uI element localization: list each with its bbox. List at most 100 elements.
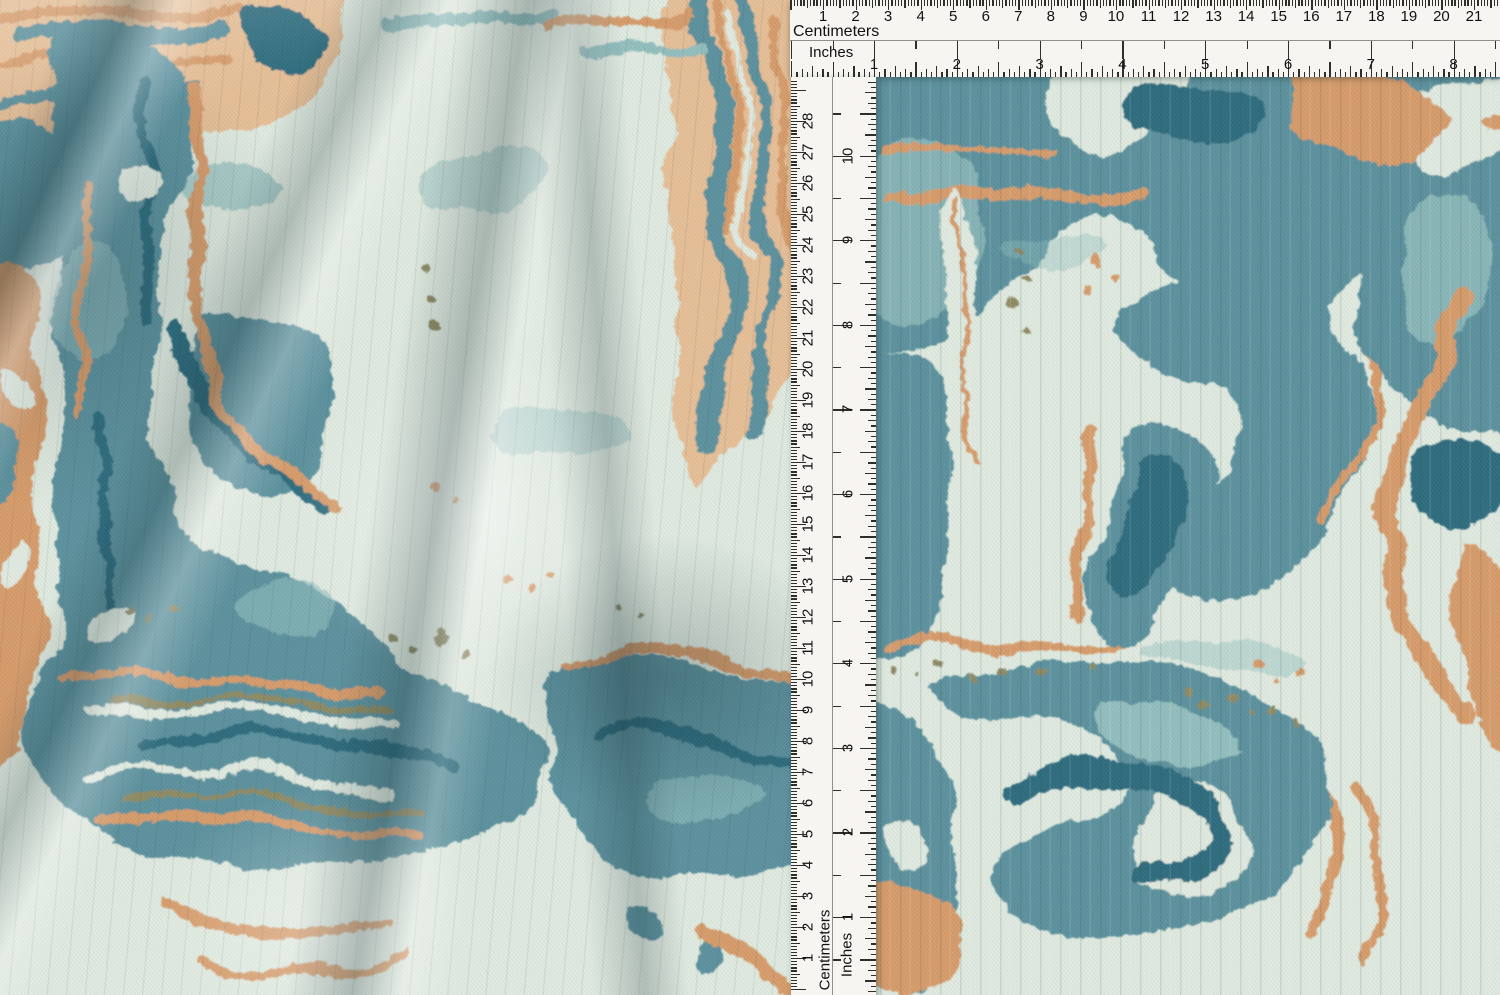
ruler-tick <box>1112 69 1113 77</box>
ruler-tick <box>1278 69 1279 77</box>
ruler-tick <box>813 0 814 6</box>
ruler-tick <box>791 211 797 212</box>
ruler-tick <box>871 605 877 606</box>
ruler-tick <box>871 394 877 395</box>
ruler-tick <box>794 0 795 6</box>
ruler-tick <box>868 145 877 146</box>
ruler-number: 2 <box>800 923 817 931</box>
ruler-tick <box>791 298 797 299</box>
ruler-tick <box>900 72 901 78</box>
ruler-tick <box>1045 72 1046 78</box>
fabric-draped <box>0 0 802 995</box>
ruler-tick <box>791 636 797 637</box>
ruler-tick <box>868 610 877 611</box>
ruler-tick <box>791 902 797 903</box>
ruler-tick <box>1406 0 1407 6</box>
ruler-tick <box>1318 0 1319 6</box>
ruler-tick <box>1195 69 1196 77</box>
ruler-tick <box>865 92 877 93</box>
ruler-tick <box>791 487 797 488</box>
ruler-tick <box>791 598 797 599</box>
ruler-tick <box>791 626 797 627</box>
ruler-tick <box>791 620 797 621</box>
ruler-tick <box>791 936 797 937</box>
ruler-tick <box>1152 0 1153 6</box>
ruler-tick <box>791 760 797 761</box>
ruler-tick <box>871 584 877 585</box>
ruler-tick <box>1459 72 1460 78</box>
ruler-tick <box>1324 72 1325 78</box>
ruler-tick <box>791 546 797 547</box>
ruler-tick <box>791 840 797 841</box>
ruler-tick <box>890 72 891 78</box>
ruler-tick <box>871 764 877 765</box>
ruler-tick <box>865 769 877 770</box>
ruler-number: 11 <box>800 640 817 656</box>
ruler-tick <box>1331 0 1332 6</box>
ruler-tick <box>791 270 797 271</box>
ruler-tick <box>895 66 896 77</box>
ruler-tick <box>871 848 877 849</box>
ruler-tick <box>791 788 800 789</box>
ruler-tick <box>868 526 877 527</box>
ruler-tick <box>791 304 797 305</box>
ruler-tick <box>791 509 800 510</box>
horizontal-cm-scale: Centimeters 1234567891011121314151617181… <box>790 0 1500 41</box>
ruler-tick <box>1168 0 1169 6</box>
ruler-tick <box>791 726 800 727</box>
ruler-tick <box>790 0 791 10</box>
ruler-tick <box>833 62 834 77</box>
ruler-tick <box>791 567 797 568</box>
ruler-tick <box>879 72 880 78</box>
ruler-tick <box>1247 41 1248 49</box>
ruler-tick <box>791 453 797 454</box>
ruler-tick <box>871 182 877 183</box>
ruler-tick <box>966 0 967 6</box>
ruler-tick <box>1389 0 1390 6</box>
ruler-tick <box>1386 0 1387 6</box>
ruler-tick <box>871 594 877 595</box>
ruler-tick <box>860 790 876 791</box>
ruler-tick <box>1370 0 1371 6</box>
ruler-tick <box>1221 72 1222 78</box>
ruler-tick <box>871 753 877 754</box>
ruler-tick <box>1019 66 1020 77</box>
ruler-tick <box>791 316 797 317</box>
ruler-tick <box>868 208 877 209</box>
ruler-tick <box>931 72 932 78</box>
ruler-tick <box>1050 69 1051 77</box>
ruler-tick <box>1471 0 1472 6</box>
ruler-tick <box>1448 0 1449 6</box>
ruler-tick <box>836 0 837 6</box>
ruler-tick <box>871 542 877 543</box>
ruler-tick <box>833 198 841 199</box>
ruler-tick <box>791 419 797 420</box>
ruler-tick <box>868 293 877 294</box>
fabric-swatch-photo: Centimeters 1234567891011121314151617181… <box>0 0 1500 995</box>
ruler-tick <box>1231 72 1232 78</box>
ruler-tick <box>1169 72 1170 78</box>
ruler-tick <box>989 0 990 6</box>
ruler-tick <box>1262 0 1263 8</box>
ruler-tick <box>791 676 797 677</box>
ruler-number: 11 <box>1141 8 1157 25</box>
ruler-tick <box>846 0 847 6</box>
ruler-tick <box>833 113 841 114</box>
ruler-tick <box>898 0 899 6</box>
ruler-tick <box>833 452 841 453</box>
ruler-number: 2 <box>840 828 857 836</box>
ruler-tick <box>1025 0 1026 6</box>
ruler-tick <box>791 589 797 590</box>
ruler-tick <box>1376 72 1377 78</box>
ruler-tick <box>1340 69 1341 77</box>
ruler-tick <box>1190 72 1191 78</box>
ruler-tick <box>1433 66 1434 77</box>
ruler-tick <box>1412 0 1413 6</box>
ruler-tick <box>860 113 876 114</box>
ruler-tick <box>1497 0 1498 6</box>
ruler-tick <box>1223 0 1224 6</box>
ruler-tick <box>791 744 797 745</box>
ruler-tick <box>791 127 797 128</box>
ruler-tick <box>871 510 877 511</box>
ruler-tick <box>791 639 797 640</box>
